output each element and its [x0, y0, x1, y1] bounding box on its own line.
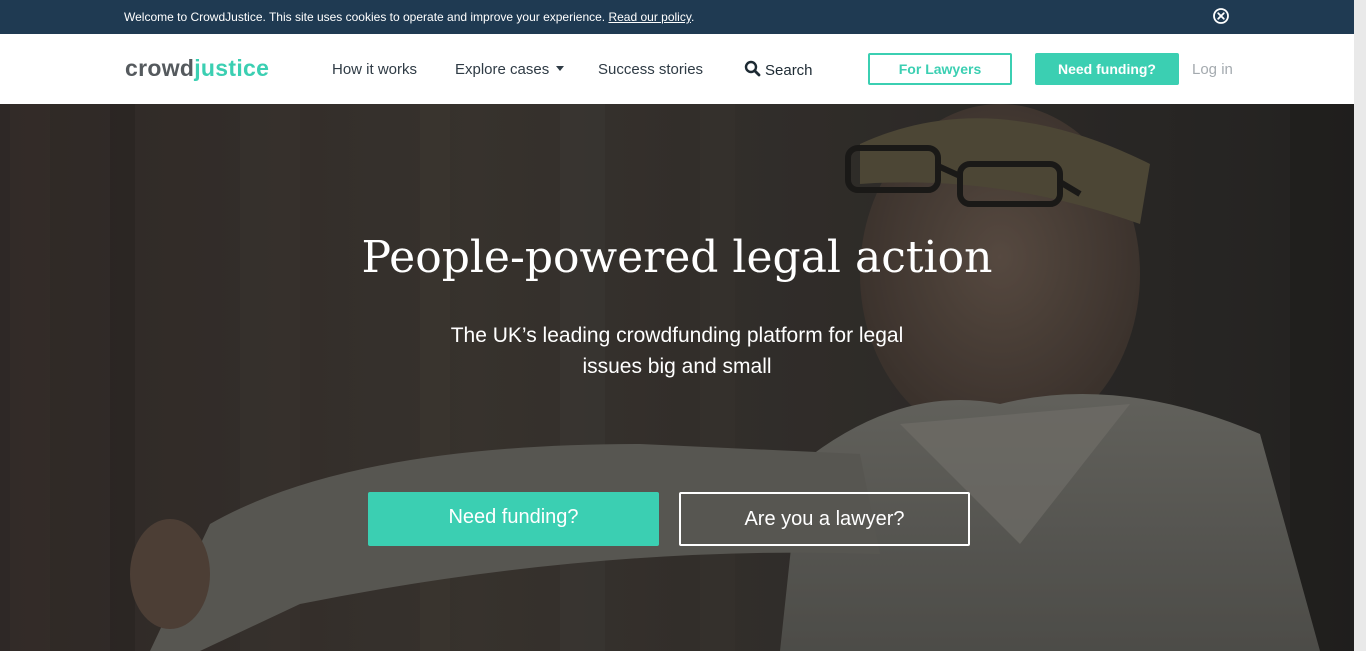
cookie-message-text: Welcome to CrowdJustice. This site uses … — [124, 10, 606, 24]
search-icon — [744, 60, 761, 77]
hero-are-you-a-lawyer-button[interactable]: Are you a lawyer? — [679, 492, 970, 546]
caret-down-icon — [556, 65, 565, 71]
cookie-message: Welcome to CrowdJustice. This site uses … — [124, 10, 694, 24]
hero-need-funding-button[interactable]: Need funding? — [368, 492, 659, 546]
nav-explore-cases[interactable]: Explore cases — [455, 61, 565, 78]
cookie-message-period: . — [690, 10, 695, 24]
nav-explore-cases-label: Explore cases — [455, 61, 550, 78]
cookie-policy-link[interactable]: Read our policy — [608, 10, 691, 24]
need-funding-nav-button[interactable]: Need funding? — [1035, 53, 1179, 85]
nav-search[interactable]: Search — [744, 60, 813, 79]
hero-subtitle: The UK’s leading crowdfunding platform f… — [450, 324, 904, 378]
logo-justice: justice — [194, 55, 270, 81]
nav-search-label: Search — [765, 62, 813, 79]
main-navbar: crowdjustice How it works Explore cases … — [0, 34, 1354, 104]
nav-success-stories[interactable]: Success stories — [598, 61, 703, 78]
logo[interactable]: crowdjustice — [125, 55, 269, 82]
cookie-banner: Welcome to CrowdJustice. This site uses … — [0, 0, 1354, 34]
page-scrollbar[interactable] — [1354, 0, 1366, 651]
logo-crowd: crowd — [125, 55, 195, 81]
close-icon[interactable] — [1212, 7, 1230, 25]
nav-how-it-works[interactable]: How it works — [332, 61, 417, 78]
hero-title: People-powered legal action — [361, 232, 993, 283]
for-lawyers-button[interactable]: For Lawyers — [868, 53, 1012, 85]
log-in-link[interactable]: Log in — [1192, 61, 1233, 78]
hero-section: People-powered legal action The UK’s lea… — [0, 104, 1354, 651]
